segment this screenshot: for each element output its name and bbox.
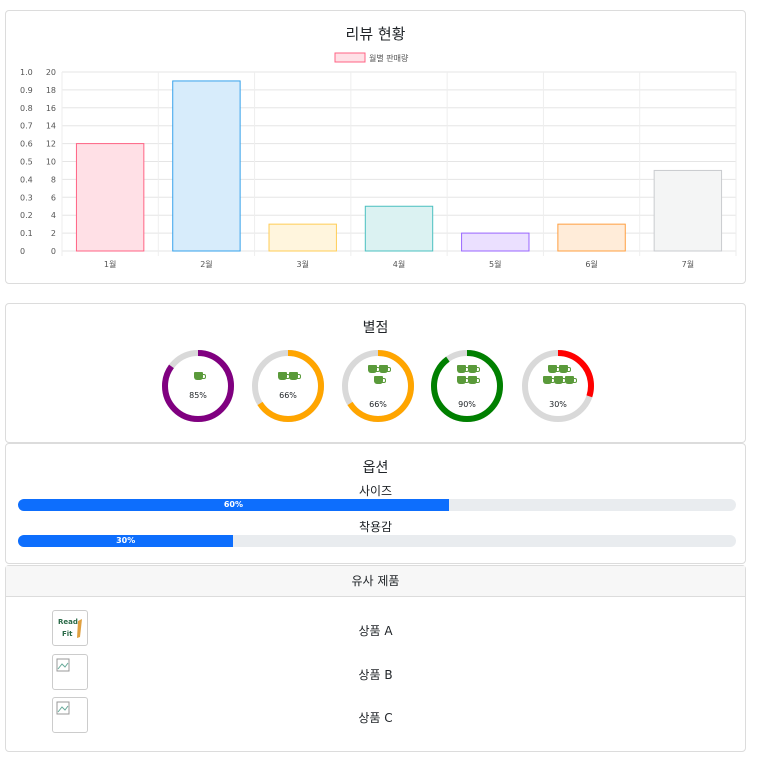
coffee-cup-icon: [457, 376, 469, 384]
y-tick-label-secondary: 0.2: [20, 211, 33, 220]
option-size-label: 사이즈: [358, 484, 393, 498]
similar-product-item[interactable]: 상품 C: [6, 697, 745, 735]
y-tick-label: 14: [46, 122, 56, 131]
x-tick-label: 3월: [296, 259, 308, 269]
coffee-cup-icon: [559, 365, 571, 373]
rating-ring: 85%: [160, 348, 236, 424]
y-tick-label: 10: [46, 158, 56, 167]
y-tick-label: 12: [46, 140, 56, 149]
coffee-cup-icon: [278, 372, 290, 380]
product-c-name[interactable]: 상품 C: [6, 709, 745, 726]
review-bar-chart: 0 0 2 0.1 4 0.2 6 0.3 8 0.4 10 0.5 12 0.6 14 0.7 16 0.8 18…: [20, 52, 737, 269]
similar-product-item[interactable]: Read Fit 상품 A: [6, 610, 745, 648]
bar: [268, 223, 337, 252]
rating-percent: 66%: [279, 391, 297, 400]
y-tick-label-secondary: 0.7: [20, 122, 33, 131]
option-fit-progress-fill: 30%: [18, 535, 234, 547]
bar: [557, 223, 626, 252]
y-tick-label: 6: [51, 193, 56, 202]
similar-products-header: 유사 제품: [6, 566, 745, 597]
rating-ring-svg: [252, 350, 324, 422]
bar: [364, 205, 434, 252]
rating-percent: 85%: [189, 391, 207, 400]
cup-icon-row: [520, 376, 596, 387]
coffee-cup-icon: [468, 365, 480, 373]
option-size-progress-fill: 60%: [18, 499, 449, 511]
rating-ring: 30%: [520, 348, 596, 424]
x-tick-label: 1월: [104, 259, 116, 269]
rating-ring: 66%: [250, 348, 326, 424]
product-a-name[interactable]: 상품 A: [6, 622, 745, 639]
bar: [75, 143, 145, 252]
rating-ring: 90%: [429, 348, 505, 424]
bar: [653, 169, 723, 252]
rating-ring: 66%: [340, 348, 416, 424]
y-tick-label-secondary: 0.3: [20, 193, 33, 202]
x-tick-label: 6월: [585, 259, 597, 269]
coffee-cup-icon: [468, 376, 480, 384]
coffee-cup-icon: [457, 365, 469, 373]
bar: [461, 232, 530, 252]
rating-percent: 30%: [549, 400, 567, 409]
y-tick-label-secondary: 1.0: [20, 68, 33, 77]
coffee-cup-icon: [548, 365, 560, 373]
bar: [172, 80, 241, 252]
y-tick-label-secondary: 0.6: [20, 140, 33, 149]
y-tick-label-secondary: 0.5: [20, 158, 33, 167]
coffee-cup-icon: [379, 365, 391, 373]
product-b-name[interactable]: 상품 B: [6, 666, 745, 683]
y-tick-label: 18: [46, 86, 56, 95]
rating-ring-svg: [162, 350, 234, 422]
x-tick-label: 5월: [489, 259, 501, 269]
y-tick-label: 0: [51, 247, 56, 256]
option-fit-label: 착용감: [358, 520, 393, 534]
legend-swatch: [334, 52, 366, 63]
y-tick-label: 4: [51, 211, 56, 220]
y-tick-label-secondary: 0.4: [20, 175, 33, 184]
cup-icon-row: [520, 365, 596, 376]
x-tick-label: 4월: [393, 259, 405, 269]
cup-icon-row: [340, 376, 416, 387]
similar-products-card: 유사 제품 Read Fit 상품 A 상품 B 상품 C: [5, 565, 746, 752]
y-tick-label-secondary: 0.9: [20, 86, 33, 95]
option-size-progress: 60%: [18, 499, 736, 511]
options-title: 옵션: [362, 460, 389, 476]
x-tick-label: 7월: [682, 259, 694, 269]
cup-icon-row: [250, 372, 326, 383]
y-tick-label-secondary: 0.8: [20, 104, 33, 113]
rating-percent: 66%: [369, 400, 387, 409]
cup-icon-row: [429, 365, 505, 376]
star-rating-card: 별점 85% 66% 66% 90% 30%: [5, 303, 746, 443]
coffee-cup-icon: [542, 376, 555, 384]
cup-icon-row: [340, 365, 416, 376]
options-card: 옵션 사이즈 60% 착용감 30%: [5, 443, 746, 564]
coffee-cup-icon: [373, 376, 386, 384]
y-tick-label-secondary: 0.1: [20, 229, 33, 238]
y-tick-label: 16: [46, 104, 56, 113]
y-tick-label: 2: [51, 229, 56, 238]
review-chart-card: 리뷰 현황 0 0 2 0.1 4 0.2 6 0.3 8 0.4 10 0.5 12 0.6 14 0.7 1…: [5, 10, 746, 284]
option-fit-progress: 30%: [18, 535, 736, 547]
y-tick-label: 8: [51, 175, 56, 184]
coffee-cup-icon: [289, 372, 301, 380]
legend-label: 월별 판매량: [369, 53, 409, 63]
coffee-cup-icon: [368, 365, 380, 373]
cup-icon-row: [160, 372, 236, 383]
x-tick-label: 2월: [200, 259, 212, 269]
cup-icon-row: [429, 376, 505, 387]
rating-percent: 90%: [458, 400, 476, 409]
y-tick-label-secondary: 0: [20, 247, 25, 256]
star-rating-title: 별점: [362, 320, 389, 336]
coffee-cup-icon: [553, 376, 566, 384]
similar-product-item[interactable]: 상품 B: [6, 654, 745, 692]
coffee-cup-icon: [564, 376, 577, 384]
coffee-cup-icon: [193, 372, 206, 380]
y-tick-label: 20: [46, 68, 56, 77]
